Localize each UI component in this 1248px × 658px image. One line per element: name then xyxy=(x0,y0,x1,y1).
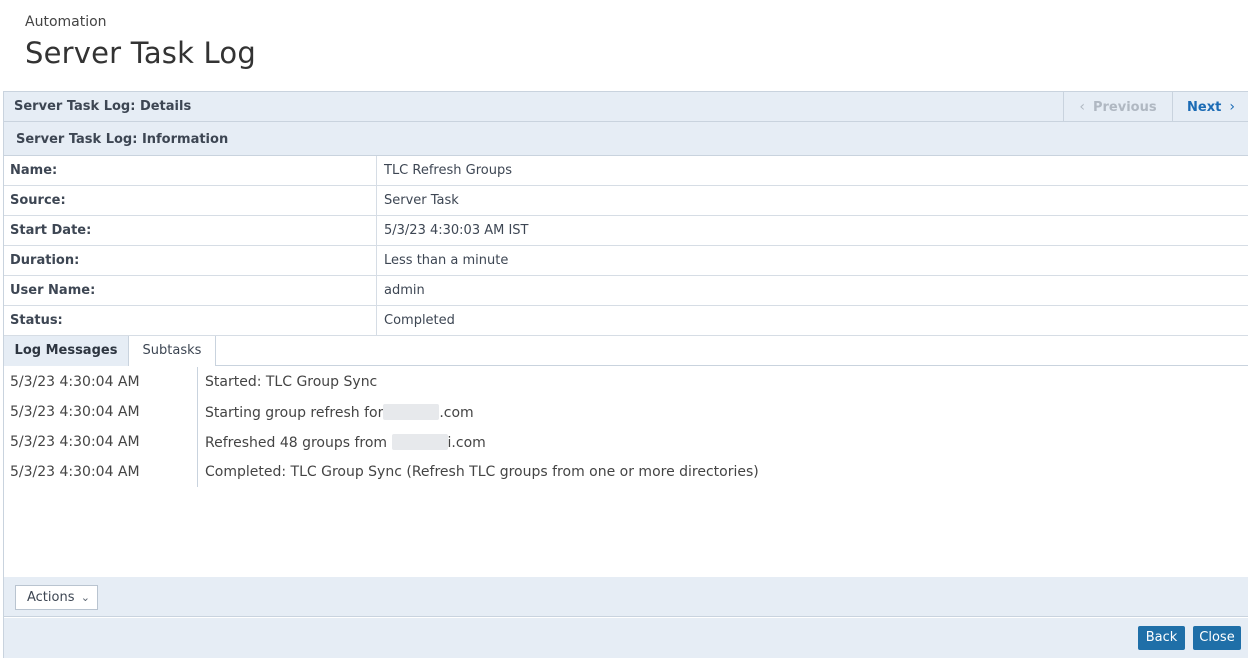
information-header: Server Task Log: Information xyxy=(4,122,1248,156)
info-label: Start Date: xyxy=(4,216,377,245)
info-label: Status: xyxy=(4,306,377,335)
information-table: Name: TLC Refresh Groups Source: Server … xyxy=(4,156,1248,336)
log-row: 5/3/23 4:30:04 AM Refreshed 48 groups fr… xyxy=(4,427,1248,457)
info-value: Completed xyxy=(384,313,455,328)
breadcrumb[interactable]: Automation xyxy=(25,14,107,30)
log-row: 5/3/23 4:30:04 AM Starting group refresh… xyxy=(4,397,1248,427)
actions-dropdown-button[interactable]: Actions ⌄ xyxy=(15,585,98,610)
log-message: Completed: TLC Group Sync (Refresh TLC g… xyxy=(205,464,759,480)
chevron-down-icon: ⌄ xyxy=(80,591,90,604)
info-row-duration: Duration: Less than a minute xyxy=(4,246,1248,276)
log-message: Started: TLC Group Sync xyxy=(205,374,378,390)
info-row-source: Source: Server Task xyxy=(4,186,1248,216)
tab-log-messages[interactable]: Log Messages xyxy=(4,336,129,366)
log-message-suffix: .com xyxy=(439,405,474,421)
info-label: Source: xyxy=(4,186,377,215)
info-value: Less than a minute xyxy=(384,253,509,268)
page-title: Server Task Log xyxy=(25,36,256,70)
details-header: Server Task Log: Details ‹ Previous Next… xyxy=(4,92,1248,122)
information-title: Server Task Log: Information xyxy=(16,132,229,147)
tab-subtasks[interactable]: Subtasks xyxy=(129,336,216,366)
tab-bar: Log Messages Subtasks xyxy=(4,336,1248,366)
back-button[interactable]: Back xyxy=(1138,626,1185,650)
info-row-status: Status: Completed xyxy=(4,306,1248,336)
log-message-prefix: Refreshed 48 groups from xyxy=(205,435,388,451)
info-value: 5/3/23 4:30:03 AM IST xyxy=(384,223,529,238)
info-label: Name: xyxy=(4,156,377,185)
previous-label: Previous xyxy=(1092,99,1157,115)
close-button[interactable]: Close xyxy=(1193,626,1241,650)
info-value: Server Task xyxy=(384,193,459,208)
info-value: admin xyxy=(384,283,425,298)
info-row-user-name: User Name: admin xyxy=(4,276,1248,306)
log-message: Starting group refresh for .com xyxy=(205,404,474,421)
info-row-start-date: Start Date: 5/3/23 4:30:03 AM IST xyxy=(4,216,1248,246)
log-message: Refreshed 48 groups from i.com xyxy=(205,434,486,451)
info-row-name: Name: TLC Refresh Groups xyxy=(4,156,1248,186)
footer-bar: Back Close xyxy=(4,618,1248,658)
log-row: 5/3/23 4:30:04 AM Completed: TLC Group S… xyxy=(4,457,1248,487)
details-title: Server Task Log: Details xyxy=(14,99,192,114)
log-time: 5/3/23 4:30:04 AM xyxy=(10,464,140,480)
previous-button[interactable]: ‹ Previous xyxy=(1063,92,1172,122)
redacted-text xyxy=(383,404,440,420)
redacted-text xyxy=(391,434,448,450)
chevron-right-icon: › xyxy=(1229,99,1235,115)
actions-label: Actions xyxy=(27,590,75,605)
next-button[interactable]: Next › xyxy=(1172,92,1248,122)
info-value: TLC Refresh Groups xyxy=(384,163,512,178)
info-label: Duration: xyxy=(4,246,377,275)
log-time: 5/3/23 4:30:04 AM xyxy=(10,374,140,390)
log-message-suffix: i.com xyxy=(447,435,486,451)
chevron-left-icon: ‹ xyxy=(1079,99,1085,115)
log-time: 5/3/23 4:30:04 AM xyxy=(10,434,140,450)
actions-toolbar: Actions ⌄ xyxy=(4,577,1248,617)
log-message-prefix: Starting group refresh for xyxy=(205,405,384,421)
info-label: User Name: xyxy=(4,276,377,305)
log-time: 5/3/23 4:30:04 AM xyxy=(10,404,140,420)
task-log-panel: Server Task Log: Details ‹ Previous Next… xyxy=(3,91,1248,658)
log-row: 5/3/23 4:30:04 AM Started: TLC Group Syn… xyxy=(4,367,1248,397)
next-label: Next xyxy=(1187,99,1222,115)
log-messages-list: 5/3/23 4:30:04 AM Started: TLC Group Syn… xyxy=(4,367,1248,578)
